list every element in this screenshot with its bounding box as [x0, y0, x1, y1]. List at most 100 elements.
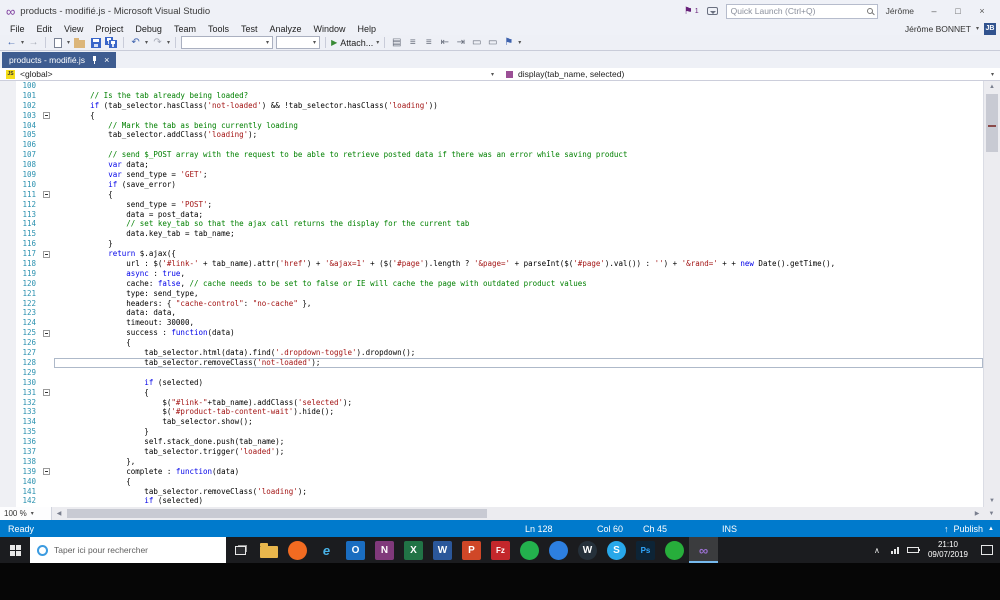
maximize-button[interactable]: □: [946, 2, 970, 20]
code-text[interactable]: // send $_POST array with the request to…: [54, 150, 983, 160]
code-line[interactable]: 117 return $.ajax({: [16, 249, 983, 259]
taskbar-app-photoshop[interactable]: Ps: [631, 537, 660, 563]
code-line[interactable]: 142 if (selected): [16, 496, 983, 506]
fold-margin[interactable]: [42, 249, 54, 259]
fold-collapse-icon[interactable]: [43, 191, 50, 198]
code-line[interactable]: 111 {: [16, 190, 983, 200]
scroll-down-icon[interactable]: ▼: [983, 507, 1000, 520]
code-text[interactable]: // Mark the tab as being currently loadi…: [54, 121, 983, 131]
increase-indent-icon[interactable]: ⇥: [454, 36, 467, 49]
code-line[interactable]: 131 {: [16, 388, 983, 398]
code-line[interactable]: 124 timeout: 30000,: [16, 318, 983, 328]
code-text[interactable]: [54, 140, 983, 150]
taskbar-app-filezilla[interactable]: Fz: [486, 537, 515, 563]
battery-icon[interactable]: [904, 537, 922, 563]
scope-dropdown[interactable]: JS <global> ▾: [0, 69, 500, 79]
code-line[interactable]: 109 var send_type = 'GET';: [16, 170, 983, 180]
code-text[interactable]: headers: { "cache-control": "no-cache" }…: [54, 299, 983, 309]
fold-collapse-icon[interactable]: [43, 112, 50, 119]
solution-configurations-combobox[interactable]: ▾: [181, 36, 273, 49]
taskbar-app-whatsapp[interactable]: [660, 537, 689, 563]
chevron-down-icon[interactable]: ▾: [167, 39, 170, 46]
new-file-icon[interactable]: [51, 36, 64, 49]
taskbar-app-outlook[interactable]: O: [341, 537, 370, 563]
menu-item-help[interactable]: Help: [352, 24, 383, 34]
code-text[interactable]: tab_selector.removeClass('not-loaded');: [54, 358, 983, 368]
parameter-info-icon[interactable]: ≡: [422, 36, 435, 49]
chevron-up-icon[interactable]: ▲: [988, 526, 994, 532]
taskbar-app-excel[interactable]: X: [399, 537, 428, 563]
code-text[interactable]: success : function(data): [54, 328, 983, 338]
taskbar-app-internet-explorer[interactable]: e: [312, 537, 341, 563]
fold-margin[interactable]: [42, 388, 54, 398]
code-line[interactable]: 140 {: [16, 477, 983, 487]
vertical-scrollbar[interactable]: ▲ ▼: [983, 81, 1000, 507]
redo-icon[interactable]: ↷: [151, 36, 164, 49]
fold-margin[interactable]: [42, 111, 54, 121]
horizontal-scrollbar[interactable]: ◀ ▶: [53, 507, 983, 520]
close-icon[interactable]: ×: [104, 56, 109, 65]
menu-item-view[interactable]: View: [58, 24, 89, 34]
scrollbar-thumb[interactable]: [67, 509, 487, 518]
fold-collapse-icon[interactable]: [43, 468, 50, 475]
member-dropdown[interactable]: display(tab_name, selected) ▾: [500, 69, 1000, 79]
code-text[interactable]: $('#product-tab-content-wait').hide();: [54, 407, 983, 417]
code-line[interactable]: 102 if (tab_selector.hasClass('not-loade…: [16, 101, 983, 111]
taskbar-app-word[interactable]: W: [428, 537, 457, 563]
code-line[interactable]: 135 }: [16, 427, 983, 437]
fold-margin[interactable]: [42, 328, 54, 338]
code-line[interactable]: 136 self.stack_done.push(tab_name);: [16, 437, 983, 447]
code-line[interactable]: 118 url : $('#link-' + tab_name).attr('h…: [16, 259, 983, 269]
code-line[interactable]: 139 complete : function(data): [16, 467, 983, 477]
code-line[interactable]: 120 cache: false, // cache needs to be s…: [16, 279, 983, 289]
code-line[interactable]: 115 data.key_tab = tab_name;: [16, 229, 983, 239]
menu-item-team[interactable]: Team: [168, 24, 202, 34]
code-text[interactable]: if (selected): [54, 378, 983, 388]
code-text[interactable]: data.key_tab = tab_name;: [54, 229, 983, 239]
code-line[interactable]: 107 // send $_POST array with the reques…: [16, 150, 983, 160]
code-text[interactable]: },: [54, 457, 983, 467]
code-line[interactable]: 105 tab_selector.addClass('loading');: [16, 130, 983, 140]
menu-item-window[interactable]: Window: [308, 24, 352, 34]
code-line[interactable]: 138 },: [16, 457, 983, 467]
code-line[interactable]: 116 }: [16, 239, 983, 249]
menu-item-tools[interactable]: Tools: [202, 24, 235, 34]
code-text[interactable]: tab_selector.show();: [54, 417, 983, 427]
code-text[interactable]: complete : function(data): [54, 467, 983, 477]
code-text[interactable]: return $.ajax({: [54, 249, 983, 259]
publish-button[interactable]: Publish: [954, 524, 984, 534]
chevron-down-icon[interactable]: ▾: [21, 39, 24, 46]
taskbar-app-powerpoint[interactable]: P: [457, 537, 486, 563]
code-line[interactable]: 123 data: data,: [16, 308, 983, 318]
code-line[interactable]: 121 type: send_type,: [16, 289, 983, 299]
code-text[interactable]: url : $('#link-' + tab_name).attr('href'…: [54, 259, 983, 269]
undo-icon[interactable]: ↶: [129, 36, 142, 49]
close-button[interactable]: ×: [970, 2, 994, 20]
quick-launch-input[interactable]: Quick Launch (Ctrl+Q): [726, 4, 878, 19]
code-line[interactable]: 104 // Mark the tab as being currently l…: [16, 121, 983, 131]
code-text[interactable]: if (tab_selector.hasClass('not-loaded') …: [54, 101, 983, 111]
code-text[interactable]: send_type = 'POST';: [54, 200, 983, 210]
code-text[interactable]: if (save_error): [54, 180, 983, 190]
find-in-files-icon[interactable]: ▤: [390, 36, 403, 49]
code-line[interactable]: 100: [16, 81, 983, 91]
fold-margin[interactable]: [42, 467, 54, 477]
navigate-back-icon[interactable]: ←: [5, 36, 18, 49]
bookmark-icon[interactable]: ⚑: [502, 36, 515, 49]
code-line[interactable]: 133 $('#product-tab-content-wait').hide(…: [16, 407, 983, 417]
code-line[interactable]: 103 {: [16, 111, 983, 121]
code-text[interactable]: }: [54, 239, 983, 249]
taskbar-app-wordpress[interactable]: W: [573, 537, 602, 563]
code-line[interactable]: 108 var data;: [16, 160, 983, 170]
code-text[interactable]: {: [54, 388, 983, 398]
attach-button[interactable]: ▶ Attach... ▾: [331, 38, 379, 48]
taskbar-clock[interactable]: 21:10 09/07/2019: [922, 540, 974, 560]
taskbar-app-onenote[interactable]: N: [370, 537, 399, 563]
solution-platforms-combobox[interactable]: ▾: [276, 36, 320, 49]
code-text[interactable]: data = post_data;: [54, 210, 983, 220]
code-text[interactable]: tab_selector.trigger('loaded');: [54, 447, 983, 457]
list-members-icon[interactable]: ≡: [406, 36, 419, 49]
code-text[interactable]: {: [54, 111, 983, 121]
menu-item-test[interactable]: Test: [235, 24, 264, 34]
uncomment-icon[interactable]: ▭: [486, 36, 499, 49]
